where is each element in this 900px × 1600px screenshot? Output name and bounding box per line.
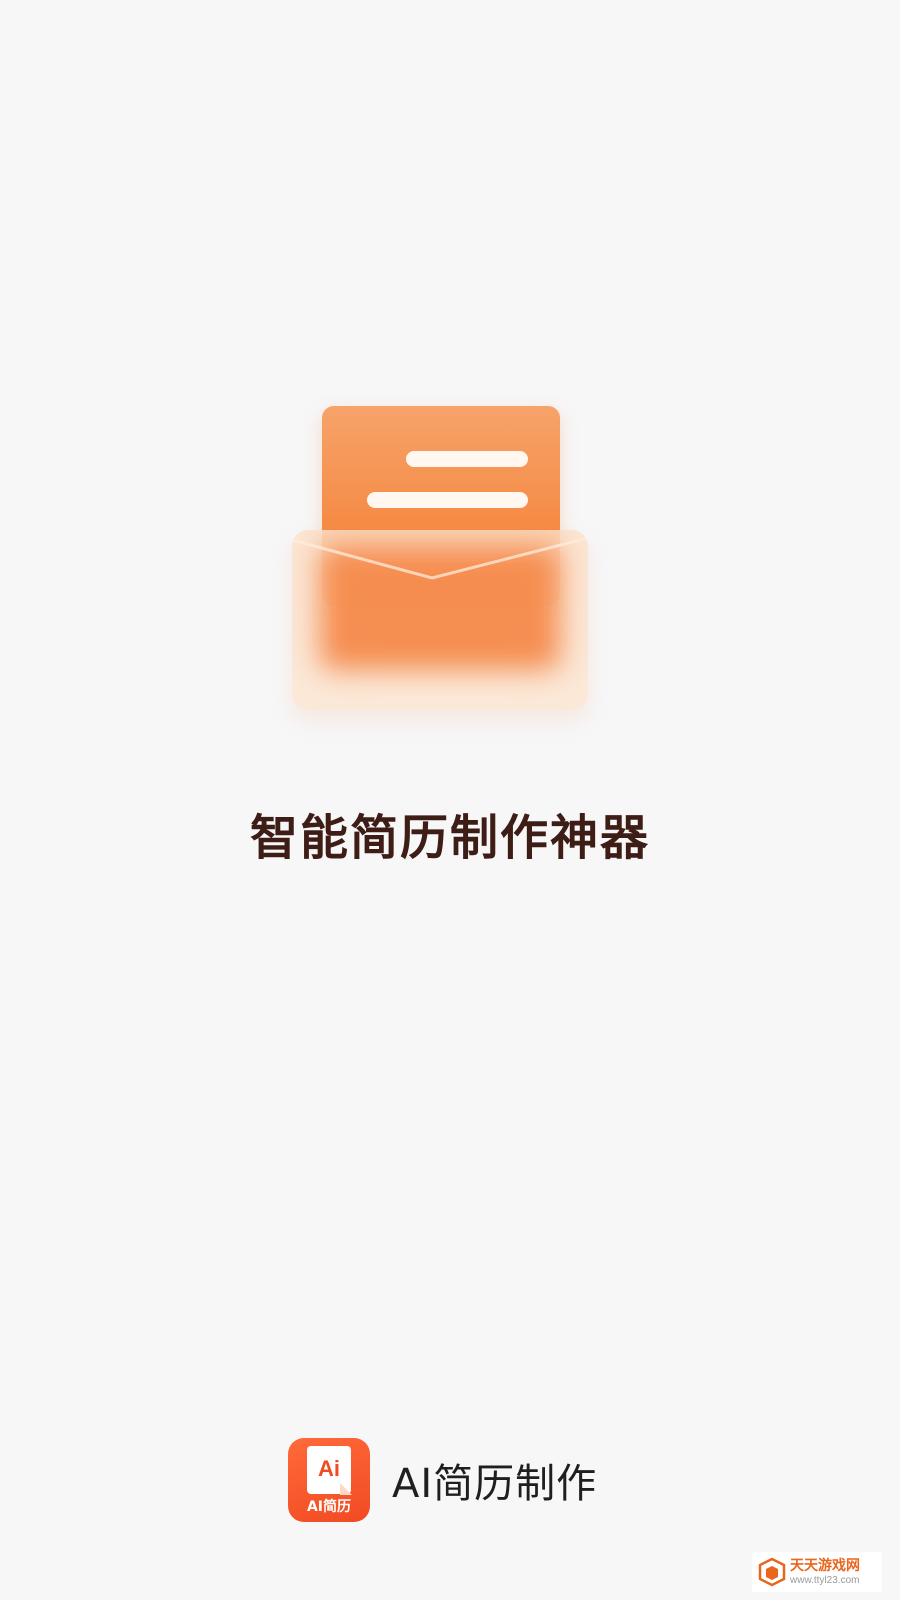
paper-line [406, 451, 528, 467]
envelope-flap [292, 536, 588, 580]
app-icon-caption: AI简历 [306, 1499, 352, 1515]
app-branding: Ai AI简历 AI简历制作 [288, 1438, 597, 1522]
document-icon: Ai [307, 1446, 352, 1495]
paper-line [367, 492, 528, 508]
envelope-body [292, 530, 588, 710]
watermark: 天天游戏网 www.ttyl23.com [752, 1552, 882, 1592]
splash-slogan: 智能简历制作神器 [249, 810, 650, 866]
envelope-document-icon [292, 400, 588, 716]
splash-screen: 智能简历制作神器 Ai AI简历 AI简历制作 天天游戏网 www.ttyl23… [0, 0, 900, 1600]
watermark-url: www.ttyl23.com [790, 1574, 860, 1586]
watermark-title: 天天游戏网 [790, 1557, 860, 1574]
ai-resume-app-icon: Ai AI简历 [288, 1438, 370, 1522]
watermark-logo-icon [758, 1557, 786, 1587]
app-name: AI简历制作 [392, 1461, 598, 1507]
app-icon-text: Ai [318, 1456, 340, 1481]
